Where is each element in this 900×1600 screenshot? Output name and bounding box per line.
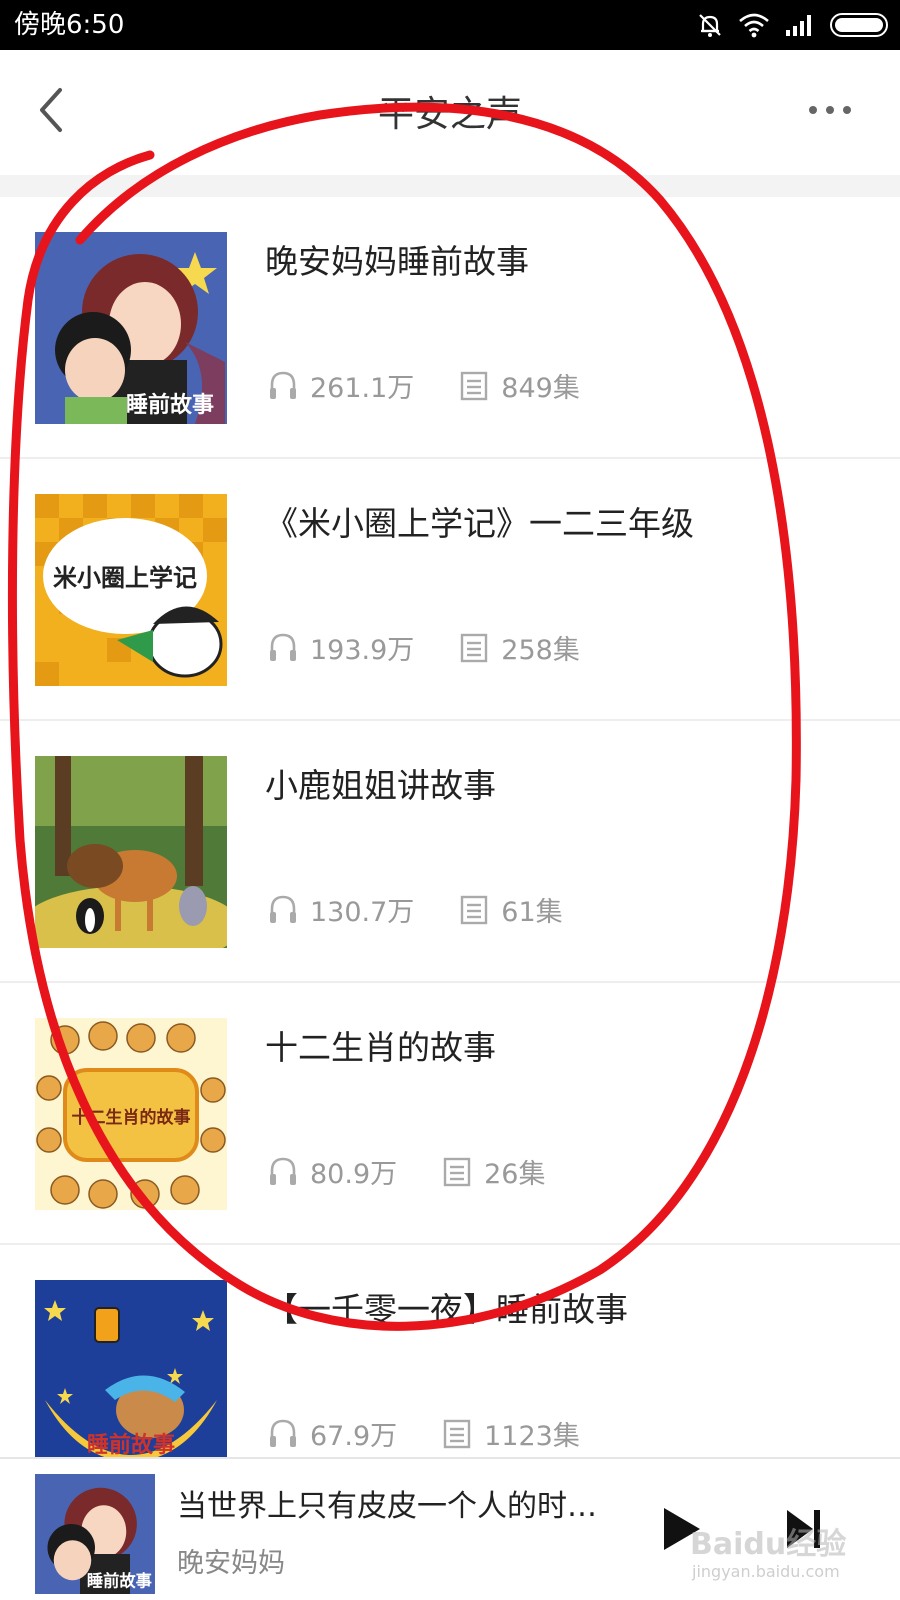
album-title: 晚安妈妈睡前故事 (265, 242, 529, 281)
episode-count: 849集 (501, 372, 580, 404)
more-icon[interactable] (800, 95, 860, 125)
episode-count: 258集 (501, 634, 580, 666)
status-time: 傍晚6:50 (14, 10, 125, 40)
now-playing-author: 晚安妈妈 (177, 1548, 285, 1579)
album-meta: 67.9万 1123集 (268, 1413, 580, 1453)
headphones-icon (270, 1157, 296, 1185)
list-icon (443, 1419, 471, 1449)
headphones-icon (270, 895, 296, 923)
episode-count: 61集 (501, 896, 563, 928)
episode-count: 26集 (484, 1158, 546, 1190)
wifi-icon (739, 13, 769, 38)
list-icon (461, 371, 488, 401)
album-cover (35, 756, 227, 948)
album-cover: 睡前故事 (35, 232, 227, 424)
album-meta: 261.1万 849集 (268, 365, 580, 405)
album-cover-text: 睡前故事 (87, 1432, 175, 1457)
play-count: 130.7万 (310, 896, 415, 928)
album-cover-text: 米小圈上学记 (53, 564, 197, 592)
play-count: 193.9万 (310, 634, 415, 666)
play-count: 80.9万 (310, 1158, 398, 1190)
list-icon (461, 633, 488, 663)
album-cover-text: 十二生肖的故事 (72, 1107, 191, 1128)
episode-count: 1123集 (484, 1420, 580, 1452)
headphones-icon (270, 1419, 296, 1447)
player-cover: 睡前故事 (35, 1474, 155, 1594)
album-title: 小鹿姐姐讲故事 (265, 766, 496, 805)
status-bar: 傍晚6:50 (0, 0, 900, 50)
battery-icon (830, 13, 888, 37)
bell-off-icon (699, 14, 721, 37)
list-item[interactable]: 十二生肖的故事 十二生肖的故事 80.9万 26集 (0, 983, 900, 1245)
album-meta: 193.9万 258集 (268, 627, 580, 667)
play-count: 67.9万 (310, 1420, 398, 1452)
album-cover: 十二生肖的故事 (35, 1018, 227, 1210)
album-title: 【一千零一夜】睡前故事 (265, 1290, 628, 1329)
chevron-left-icon[interactable] (30, 80, 80, 140)
album-meta: 80.9万 26集 (268, 1151, 545, 1191)
player-cover-text: 睡前故事 (87, 1572, 152, 1591)
now-playing-title: 当世界上只有皮皮一个人的时… (177, 1489, 597, 1524)
album-cover: 米小圈上学记 (35, 494, 227, 686)
play-count: 261.1万 (310, 372, 415, 404)
headphones-icon (270, 371, 296, 399)
page-title: 平安之声 (377, 94, 522, 135)
section-divider (0, 175, 900, 197)
status-icons (696, 10, 888, 40)
album-cover-text: 睡前故事 (126, 392, 214, 418)
watermark-sub: jingyan.baidu.com (692, 1562, 840, 1581)
list-item[interactable]: 小鹿姐姐讲故事 130.7万 61集 (0, 721, 900, 983)
album-title: 《米小圈上学记》一二三年级 (265, 504, 694, 543)
headphones-icon (270, 633, 296, 661)
list-item[interactable]: 米小圈上学记 《米小圈上学记》一二三年级 193.9万 258集 (0, 459, 900, 721)
list-icon (461, 895, 488, 925)
signal-icon (786, 15, 811, 36)
mini-player[interactable]: 睡前故事 当世界上只有皮皮一个人的时… 晚安妈妈 Baidu经验 jingyan… (0, 1457, 900, 1600)
album-cover: 睡前故事 (35, 1280, 227, 1457)
album-meta: 130.7万 61集 (268, 889, 563, 929)
watermark: Baidu经验 (690, 1527, 847, 1562)
album-title: 十二生肖的故事 (265, 1028, 496, 1067)
list-item[interactable]: 睡前故事 晚安妈妈睡前故事 261.1万 849集 (0, 197, 900, 459)
list-icon (443, 1157, 471, 1187)
album-list: 睡前故事 晚安妈妈睡前故事 261.1万 849集 米小圈上学记 《米小圈上学记… (0, 197, 900, 1457)
list-item[interactable]: 睡前故事 【一千零一夜】睡前故事 67.9万 1123集 (0, 1245, 900, 1457)
title-bar: 平安之声 (0, 50, 900, 175)
